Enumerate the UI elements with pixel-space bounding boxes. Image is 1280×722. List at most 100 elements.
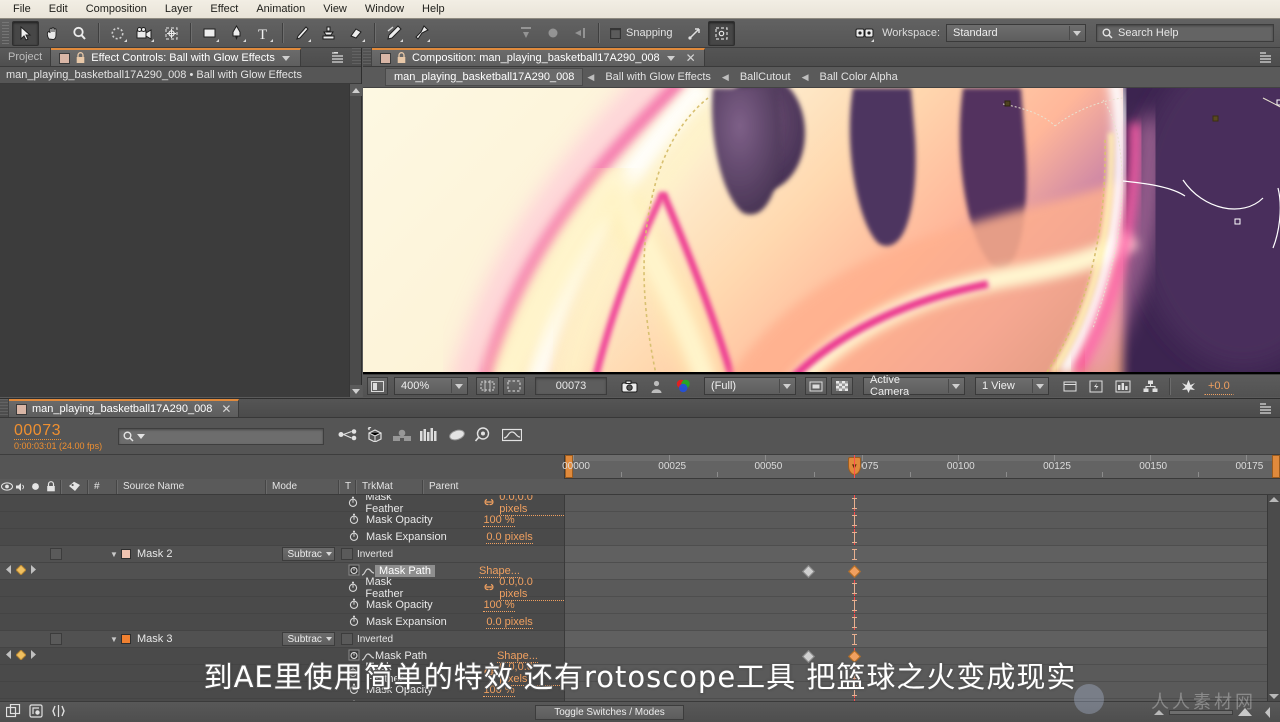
keyframe[interactable] [801,650,815,663]
region-of-interest-icon[interactable] [503,377,525,395]
track-row[interactable] [565,631,1267,648]
keyframe-navigator[interactable] [0,563,46,578]
toggle-viewer-icon[interactable] [367,377,388,395]
snap-arrow-icon[interactable] [681,21,708,46]
stopwatch-icon[interactable] [346,530,361,545]
audio-toggle-icon[interactable] [13,482,28,492]
breadcrumb-item-2[interactable]: BallCutout [731,71,800,83]
mask-mode-dropdown[interactable]: Subtrac [282,547,335,561]
stopwatch-icon[interactable] [346,564,361,579]
lock-toggle-icon[interactable] [42,481,60,492]
stopwatch-icon[interactable] [346,700,361,701]
column-index[interactable]: # [88,481,116,492]
toggle-mask-preview-icon[interactable] [707,20,735,46]
keyframe[interactable] [801,565,815,578]
keyframe-indicator[interactable] [15,563,27,578]
panel-menu-button[interactable] [326,48,352,66]
keyframe-prev-icon[interactable] [5,565,12,577]
expand-collapse-icon[interactable] [52,704,65,721]
zoom-tool[interactable] [66,21,93,46]
workspace-icon[interactable] [851,21,878,46]
mask-color-swatch[interactable] [121,549,131,559]
track-row[interactable] [565,546,1267,563]
column-source-name[interactable]: Source Name [117,481,265,492]
choose-grid-guides-icon[interactable] [476,377,499,395]
current-time-field[interactable]: 00073 [535,377,607,395]
video-toggle-icon[interactable] [0,482,13,491]
mask-lock-box[interactable] [50,548,62,560]
keyframe-indicator[interactable] [15,648,27,663]
layer-outline[interactable]: Mask Feather 0.0,0.0 pixels Mask Opacity 10… [0,495,565,701]
property-name[interactable]: Mask Expansion [366,531,447,543]
timeline-scroll-left-icon[interactable] [1260,706,1274,718]
menu-item-animation[interactable]: Animation [247,1,314,18]
snapping-checkbox[interactable] [610,27,621,39]
chevron-down-icon[interactable] [137,433,145,439]
track-row[interactable] [565,614,1267,631]
graph-editor-icon[interactable] [501,428,523,445]
track-row[interactable] [565,665,1267,682]
tab-effect-controls[interactable]: Effect Controls: Ball with Glow Effects [51,48,301,66]
transparency-grid-icon[interactable] [831,377,853,395]
menu-item-layer[interactable]: Layer [156,1,202,18]
stopwatch-icon[interactable] [345,496,360,511]
chevron-down-icon[interactable] [665,55,677,61]
twirl-down-icon[interactable]: ▼ [107,635,121,644]
property-name[interactable]: Mask Opacity [366,599,433,611]
keyframe[interactable] [848,565,861,578]
property-name[interactable]: Mask Opacity [366,684,433,696]
menu-item-file[interactable]: File [4,1,40,18]
comp-flowchart-icon[interactable] [1139,377,1162,395]
enable-motion-blur-icon[interactable] [448,428,466,445]
keyframe-navigator[interactable] [0,648,46,663]
column-parent[interactable]: Parent [423,481,513,492]
scroll-down-icon[interactable] [349,385,362,397]
keyframe-next-icon[interactable] [30,565,37,577]
mask-name[interactable]: Mask 2 [137,548,172,560]
type-tool[interactable]: T [250,21,277,46]
menu-item-view[interactable]: View [314,1,356,18]
camera-dropdown[interactable]: Active Camera [863,374,965,398]
camera-tool[interactable] [131,21,158,46]
breadcrumb-item-1[interactable]: Ball with Glow Effects [596,71,720,83]
timeline-current-time[interactable]: 00073 0:00:03:01 (24.00 fps) [0,422,118,451]
track-row[interactable] [565,597,1267,614]
property-value[interactable]: 100 % [483,684,515,697]
draft-3d-icon[interactable] [367,426,384,445]
transfer-controls-icon[interactable] [29,703,44,721]
shape-tool[interactable] [196,21,223,46]
composition-viewport[interactable] [363,88,1280,374]
eraser-tool[interactable] [342,21,369,46]
inverted-checkbox[interactable] [340,633,353,645]
mask-name[interactable]: Mask 3 [137,633,172,645]
hand-tool[interactable] [39,21,66,46]
chevron-down-icon[interactable] [280,55,292,61]
timeline-track-area[interactable] [565,495,1267,701]
track-row[interactable] [565,529,1267,546]
twirl-down-icon[interactable]: ▼ [107,550,121,559]
track-row[interactable] [565,563,1267,580]
tab-composition[interactable]: Composition: man_playing_basketball17A29… [372,48,705,66]
stopwatch-icon[interactable] [346,683,361,698]
channel-rgb-icon[interactable] [671,377,696,395]
stopwatch-icon[interactable] [346,513,361,528]
rotation-tool[interactable] [104,21,131,46]
track-row[interactable] [565,512,1267,529]
selection-tool[interactable] [12,20,39,46]
tab-project[interactable]: Project [0,48,52,66]
brush-tool[interactable] [288,21,315,46]
panel-grip[interactable] [363,48,372,66]
solo-toggle-icon[interactable] [28,482,42,491]
effect-controls-scrollbar[interactable] [349,84,362,397]
snapping-control[interactable]: Snapping [610,27,673,39]
resolution-dropdown[interactable]: (Full) [704,377,796,395]
property-name[interactable]: Mask Expansion [366,616,447,628]
workspace-dropdown[interactable]: Standard [946,24,1086,42]
property-name[interactable]: Mask Opacity [366,514,433,526]
inverted-checkbox[interactable] [340,548,353,560]
align-top-icon[interactable] [512,21,539,46]
breadcrumb-item-3[interactable]: Ball Color Alpha [811,71,907,83]
time-ruler[interactable]: 00000 00025 00050 00075 00100 00125 00150 00175… [562,455,1280,479]
panel-menu-button[interactable] [1254,48,1280,66]
timeline-search-input[interactable] [118,427,324,445]
